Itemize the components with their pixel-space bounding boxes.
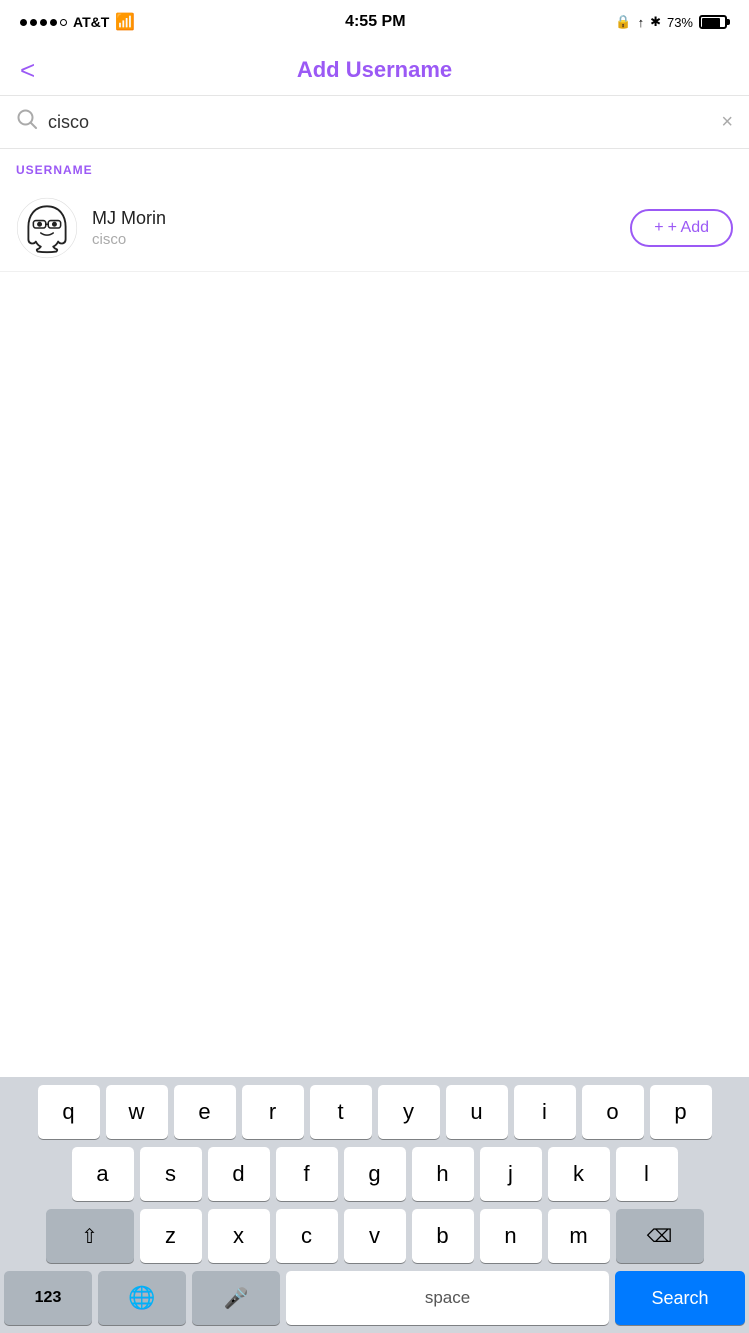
key-c[interactable]: c	[276, 1209, 338, 1263]
key-b[interactable]: b	[412, 1209, 474, 1263]
add-label: + Add	[668, 219, 709, 236]
key-i[interactable]: i	[514, 1085, 576, 1139]
signal-dot-5	[60, 19, 67, 26]
key-l[interactable]: l	[616, 1147, 678, 1201]
key-a[interactable]: a	[72, 1147, 134, 1201]
status-time: 4:55 PM	[345, 13, 405, 31]
battery-label: 73%	[667, 15, 693, 30]
key-t[interactable]: t	[310, 1085, 372, 1139]
key-h[interactable]: h	[412, 1147, 474, 1201]
key-d[interactable]: d	[208, 1147, 270, 1201]
content-area	[0, 272, 749, 652]
keyboard-row-4: 123 🌐 🎤 space Search	[4, 1271, 745, 1325]
key-y[interactable]: y	[378, 1085, 440, 1139]
avatar	[16, 197, 78, 259]
user-username: cisco	[92, 231, 630, 248]
status-bar: AT&T 📶 4:55 PM 🔒 ↑ ✱ 73%	[0, 0, 749, 44]
key-s[interactable]: s	[140, 1147, 202, 1201]
space-key[interactable]: space	[286, 1271, 609, 1325]
shift-key[interactable]: ⇧	[46, 1209, 134, 1263]
nav-bar: < Add Username	[0, 44, 749, 96]
search-bar: ×	[0, 96, 749, 149]
signal-dots	[20, 19, 67, 26]
mic-key[interactable]: 🎤	[192, 1271, 280, 1325]
keyboard: q w e r t y u i o p a s d f g h j k l ⇧ …	[0, 1077, 749, 1333]
user-info: MJ Morin cisco	[92, 208, 630, 248]
signal-dot-3	[40, 19, 47, 26]
key-p[interactable]: p	[650, 1085, 712, 1139]
plus-icon: +	[654, 219, 663, 236]
key-w[interactable]: w	[106, 1085, 168, 1139]
section-label: USERNAME	[0, 149, 749, 185]
key-f[interactable]: f	[276, 1147, 338, 1201]
key-x[interactable]: x	[208, 1209, 270, 1263]
search-input[interactable]	[48, 112, 711, 133]
key-e[interactable]: e	[174, 1085, 236, 1139]
keyboard-row-3: ⇧ z x c v b n m ⌫	[4, 1209, 745, 1263]
key-n[interactable]: n	[480, 1209, 542, 1263]
key-j[interactable]: j	[480, 1147, 542, 1201]
delete-key[interactable]: ⌫	[616, 1209, 704, 1263]
keyboard-row-1: q w e r t y u i o p	[4, 1085, 745, 1139]
page-title: Add Username	[297, 57, 452, 83]
key-g[interactable]: g	[344, 1147, 406, 1201]
search-icon	[16, 108, 38, 136]
key-k[interactable]: k	[548, 1147, 610, 1201]
signal-dot-4	[50, 19, 57, 26]
add-button[interactable]: + + Add	[630, 209, 733, 247]
key-u[interactable]: u	[446, 1085, 508, 1139]
key-123[interactable]: 123	[4, 1271, 92, 1325]
key-r[interactable]: r	[242, 1085, 304, 1139]
clear-button[interactable]: ×	[721, 111, 733, 134]
status-left: AT&T 📶	[20, 12, 135, 32]
signal-dot-2	[30, 19, 37, 26]
bluetooth-icon: ✱	[650, 14, 661, 30]
lock-icon: 🔒	[615, 14, 631, 30]
back-button[interactable]: <	[20, 57, 35, 83]
key-v[interactable]: v	[344, 1209, 406, 1263]
carrier-label: AT&T	[73, 14, 109, 30]
key-o[interactable]: o	[582, 1085, 644, 1139]
key-q[interactable]: q	[38, 1085, 100, 1139]
keyboard-row-2: a s d f g h j k l	[4, 1147, 745, 1201]
location-icon: ↑	[638, 15, 645, 30]
status-right: 🔒 ↑ ✱ 73%	[615, 14, 729, 30]
wifi-icon: 📶	[115, 12, 135, 32]
signal-dot-1	[20, 19, 27, 26]
key-z[interactable]: z	[140, 1209, 202, 1263]
user-result-row: MJ Morin cisco + + Add	[0, 185, 749, 272]
globe-key[interactable]: 🌐	[98, 1271, 186, 1325]
battery-icon	[699, 15, 729, 29]
search-key[interactable]: Search	[615, 1271, 745, 1325]
user-name: MJ Morin	[92, 208, 630, 229]
key-m[interactable]: m	[548, 1209, 610, 1263]
